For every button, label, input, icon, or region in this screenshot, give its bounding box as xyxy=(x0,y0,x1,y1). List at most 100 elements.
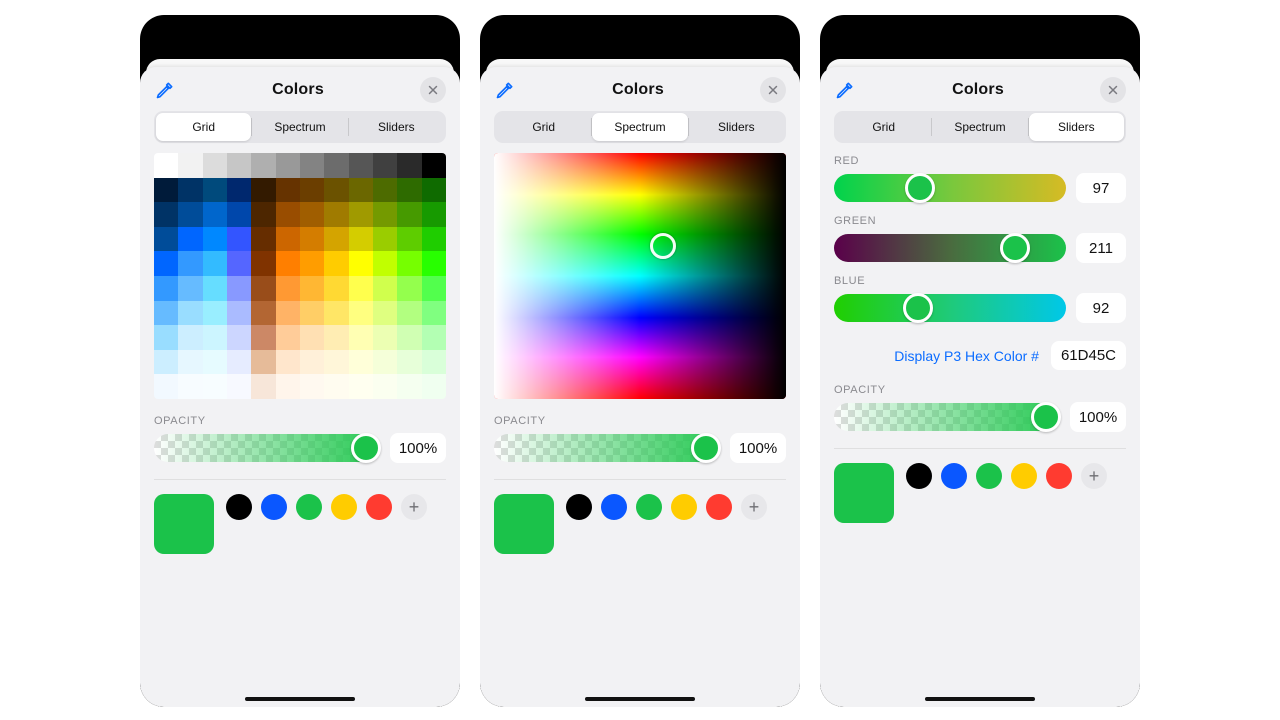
mode-segmented-control[interactable]: Grid Spectrum Sliders xyxy=(494,111,786,143)
grid-swatch[interactable] xyxy=(349,276,373,301)
home-indicator[interactable] xyxy=(925,697,1035,701)
recent-red[interactable] xyxy=(706,494,732,520)
grid-swatch[interactable] xyxy=(300,276,324,301)
grid-swatch[interactable] xyxy=(251,178,275,203)
grid-swatch[interactable] xyxy=(349,202,373,227)
grid-swatch[interactable] xyxy=(178,178,202,203)
grid-swatch[interactable] xyxy=(178,227,202,252)
tab-spectrum[interactable]: Spectrum xyxy=(932,113,1027,141)
grid-swatch[interactable] xyxy=(178,325,202,350)
add-swatch-button[interactable]: + xyxy=(741,494,767,520)
grid-swatch[interactable] xyxy=(397,178,421,203)
recent-green[interactable] xyxy=(636,494,662,520)
grid-swatch[interactable] xyxy=(373,227,397,252)
grid-swatch[interactable] xyxy=(300,227,324,252)
grid-swatch[interactable] xyxy=(349,374,373,399)
grid-swatch[interactable] xyxy=(324,301,348,326)
grid-swatch[interactable] xyxy=(227,251,251,276)
recent-blue[interactable] xyxy=(261,494,287,520)
current-color-well[interactable] xyxy=(834,463,894,523)
grid-swatch[interactable] xyxy=(203,153,227,178)
grid-swatch[interactable] xyxy=(203,350,227,375)
mode-segmented-control[interactable]: Grid Spectrum Sliders xyxy=(834,111,1126,143)
grid-swatch[interactable] xyxy=(276,202,300,227)
grid-swatch[interactable] xyxy=(154,227,178,252)
grid-swatch[interactable] xyxy=(154,301,178,326)
grid-swatch[interactable] xyxy=(276,178,300,203)
grid-swatch[interactable] xyxy=(349,350,373,375)
close-button[interactable] xyxy=(760,77,786,103)
grid-swatch[interactable] xyxy=(227,202,251,227)
grid-swatch[interactable] xyxy=(178,153,202,178)
grid-swatch[interactable] xyxy=(300,251,324,276)
grid-swatch[interactable] xyxy=(397,202,421,227)
grid-swatch[interactable] xyxy=(422,227,446,252)
recent-blue[interactable] xyxy=(601,494,627,520)
grid-swatch[interactable] xyxy=(422,153,446,178)
recent-black[interactable] xyxy=(226,494,252,520)
hex-value[interactable]: 61D45C xyxy=(1051,341,1126,370)
recent-black[interactable] xyxy=(906,463,932,489)
grid-swatch[interactable] xyxy=(373,350,397,375)
home-indicator[interactable] xyxy=(585,697,695,701)
grid-swatch[interactable] xyxy=(373,374,397,399)
grid-swatch[interactable] xyxy=(276,374,300,399)
recent-yellow[interactable] xyxy=(671,494,697,520)
grid-swatch[interactable] xyxy=(397,276,421,301)
eyedropper-icon[interactable] xyxy=(494,79,516,101)
opacity-slider[interactable] xyxy=(154,434,380,462)
grid-swatch[interactable] xyxy=(276,350,300,375)
grid-swatch[interactable] xyxy=(154,325,178,350)
grid-swatch[interactable] xyxy=(373,202,397,227)
grid-swatch[interactable] xyxy=(397,153,421,178)
grid-swatch[interactable] xyxy=(203,301,227,326)
grid-swatch[interactable] xyxy=(251,202,275,227)
grid-swatch[interactable] xyxy=(178,374,202,399)
grid-swatch[interactable] xyxy=(203,202,227,227)
grid-swatch[interactable] xyxy=(373,251,397,276)
recent-black[interactable] xyxy=(566,494,592,520)
grid-swatch[interactable] xyxy=(397,251,421,276)
grid-swatch[interactable] xyxy=(251,276,275,301)
opacity-slider[interactable] xyxy=(834,403,1060,431)
recent-blue[interactable] xyxy=(941,463,967,489)
grid-swatch[interactable] xyxy=(349,251,373,276)
grid-swatch[interactable] xyxy=(203,227,227,252)
mode-segmented-control[interactable]: Grid Spectrum Sliders xyxy=(154,111,446,143)
recent-yellow[interactable] xyxy=(1011,463,1037,489)
grid-swatch[interactable] xyxy=(349,227,373,252)
grid-swatch[interactable] xyxy=(203,251,227,276)
grid-swatch[interactable] xyxy=(324,153,348,178)
grid-swatch[interactable] xyxy=(251,301,275,326)
grid-swatch[interactable] xyxy=(397,350,421,375)
grid-swatch[interactable] xyxy=(227,276,251,301)
grid-swatch[interactable] xyxy=(178,276,202,301)
grid-swatch[interactable] xyxy=(203,276,227,301)
blue-value[interactable]: 92 xyxy=(1076,293,1126,323)
grid-swatch[interactable] xyxy=(251,374,275,399)
blue-slider[interactable] xyxy=(834,294,1066,322)
grid-swatch[interactable] xyxy=(227,153,251,178)
grid-swatch[interactable] xyxy=(324,178,348,203)
red-value[interactable]: 97 xyxy=(1076,173,1126,203)
grid-swatch[interactable] xyxy=(276,153,300,178)
grid-swatch[interactable] xyxy=(300,153,324,178)
grid-swatch[interactable] xyxy=(154,374,178,399)
grid-swatch[interactable] xyxy=(227,178,251,203)
grid-swatch[interactable] xyxy=(373,276,397,301)
recent-yellow[interactable] xyxy=(331,494,357,520)
grid-swatch[interactable] xyxy=(349,301,373,326)
grid-swatch[interactable] xyxy=(349,178,373,203)
eyedropper-icon[interactable] xyxy=(154,79,176,101)
grid-swatch[interactable] xyxy=(251,325,275,350)
grid-swatch[interactable] xyxy=(251,153,275,178)
grid-swatch[interactable] xyxy=(324,251,348,276)
tab-grid[interactable]: Grid xyxy=(496,113,591,141)
grid-swatch[interactable] xyxy=(324,350,348,375)
grid-swatch[interactable] xyxy=(300,202,324,227)
grid-swatch[interactable] xyxy=(276,325,300,350)
opacity-value[interactable]: 100% xyxy=(730,433,786,463)
home-indicator[interactable] xyxy=(245,697,355,701)
tab-sliders[interactable]: Sliders xyxy=(1029,113,1124,141)
tab-spectrum[interactable]: Spectrum xyxy=(252,113,347,141)
